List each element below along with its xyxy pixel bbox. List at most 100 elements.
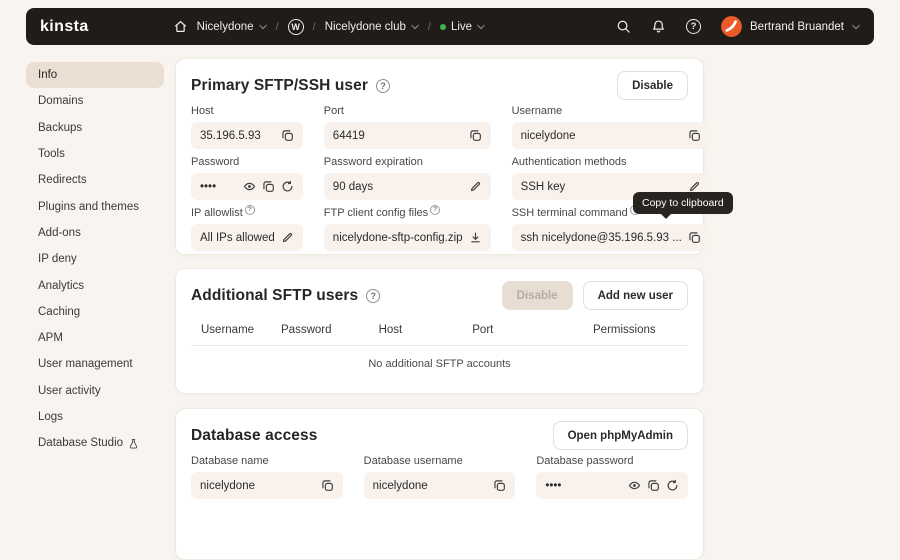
open-phpmyadmin-button[interactable]: Open phpMyAdmin [552, 421, 688, 450]
sidebar-item-ip-deny[interactable]: IP deny [26, 246, 164, 272]
beta-flask-icon [128, 438, 139, 449]
sidebar-item-backups[interactable]: Backups [26, 115, 164, 141]
chevron-down-icon [411, 24, 419, 30]
field-value-box: 35.196.5.93 [191, 122, 303, 149]
field-label-text: SSH terminal command [511, 206, 628, 219]
user-menu[interactable]: Bertrand Bruandet [721, 16, 860, 37]
field-value: ssh nicelydone@35.196.5.93 ... [520, 231, 682, 244]
field-password: Password •••• [191, 155, 303, 200]
sidebar-item-label: Backups [38, 121, 83, 134]
field-label: Port [323, 104, 344, 117]
field-port: Port 64419 [323, 104, 491, 149]
breadcrumb-separator: / [275, 20, 279, 33]
show-password-eye-icon[interactable] [628, 479, 641, 492]
header-actions: ? Bertrand Bruandet [616, 16, 860, 37]
sidebar-item-tools[interactable]: Tools [26, 141, 164, 167]
field-database-name: Database name nicelydone [191, 454, 343, 499]
field-value-box: 90 days [323, 173, 491, 200]
copy-icon[interactable] [262, 180, 275, 193]
breadcrumb-club-dropdown[interactable]: Nicelydone club [325, 21, 419, 33]
sidebar-item-plugins-and-themes[interactable]: Plugins and themes [26, 193, 164, 219]
kinsta-logo[interactable]: kinsta [40, 18, 89, 36]
sidebar-item-domains[interactable]: Domains [26, 88, 164, 114]
environment-dropdown[interactable]: Live [439, 21, 485, 33]
field-value: nicelydone [200, 479, 255, 492]
field-value-box: nicelydone [363, 472, 516, 499]
help-icon[interactable]: ? [244, 204, 255, 215]
field-label: Database password [536, 454, 634, 467]
breadcrumb-separator: / [312, 20, 316, 33]
regenerate-password-icon[interactable] [666, 479, 679, 492]
copy-icon[interactable] [688, 129, 701, 142]
sidebar-item-label: User activity [38, 384, 101, 397]
field-value: All IPs allowed [200, 231, 275, 244]
sidebar-item-database-studio[interactable]: Database Studio [26, 430, 164, 456]
field-value-box: •••• [536, 472, 688, 499]
top-navigation-bar: kinsta Nicelydone / W / Nicelydone club … [26, 8, 874, 45]
field-label: Database name [191, 454, 269, 467]
copy-icon[interactable] [321, 479, 334, 492]
empty-table-message: No additional SFTP accounts [368, 358, 511, 370]
table-divider [191, 345, 688, 346]
field-value: nicelydone [520, 129, 576, 142]
copy-icon[interactable] [281, 129, 294, 142]
notifications-bell-icon[interactable] [651, 19, 666, 34]
column-header-password: Password [281, 324, 332, 336]
sidebar-item-apm[interactable]: APM [26, 325, 164, 351]
sidebar-item-user-activity[interactable]: User activity [26, 378, 164, 404]
sidebar-item-logs[interactable]: Logs [26, 404, 164, 430]
sidebar-item-redirects[interactable]: Redirects [26, 167, 164, 193]
sidebar-item-info[interactable]: Info [26, 62, 164, 89]
search-icon[interactable] [616, 19, 631, 34]
user-name: Bertrand Bruandet [750, 20, 844, 33]
live-status-dot [439, 23, 446, 30]
field-password-expiration: Password expiration 90 days [323, 155, 491, 200]
copy-icon[interactable] [493, 479, 506, 492]
field-label: Password expiration [323, 155, 423, 168]
breadcrumb-site-dropdown[interactable]: Nicelydone [197, 21, 267, 33]
sidebar-item-add-ons[interactable]: Add-ons [26, 220, 164, 246]
show-password-eye-icon[interactable] [243, 180, 256, 193]
help-icon[interactable]: ? [686, 19, 702, 34]
field-value: •••• [545, 479, 562, 492]
field-value-box: 64419 [323, 122, 491, 149]
site-sidebar-nav: Info Domains Backups Tools Redirects Plu… [26, 62, 164, 456]
additional-sftp-users-card: Additional SFTP users ? Disable Add new … [175, 268, 704, 394]
help-icon[interactable]: ? [430, 204, 441, 215]
column-header-username: Username [201, 324, 255, 336]
sidebar-item-user-management[interactable]: User management [26, 351, 164, 377]
copy-to-clipboard-tooltip: Copy to clipboard [633, 192, 733, 219]
sidebar-item-caching[interactable]: Caching [26, 299, 164, 325]
field-value: 90 days [332, 180, 374, 193]
field-value-box: ssh nicelydone@35.196.5.93 ... [511, 224, 710, 251]
copy-icon[interactable] [469, 129, 482, 142]
field-host: Host 35.196.5.93 [191, 104, 303, 149]
download-icon[interactable] [469, 231, 482, 244]
database-access-card: Database access Open phpMyAdmin Database… [175, 408, 704, 560]
edit-icon[interactable] [281, 231, 294, 244]
chevron-down-icon [852, 24, 860, 30]
copy-icon[interactable] [647, 479, 660, 492]
column-header-host: Host [378, 324, 403, 336]
sidebar-item-label: APM [38, 332, 63, 345]
field-label-text: IP allowlist [191, 206, 243, 219]
disable-primary-user-button[interactable]: Disable [617, 71, 688, 100]
home-icon[interactable] [173, 19, 188, 34]
copy-icon[interactable] [688, 231, 701, 244]
help-icon[interactable]: ? [366, 288, 381, 303]
disable-additional-users-button: Disable [501, 281, 573, 310]
field-label: FTP client config files ? [323, 204, 491, 219]
field-value-box: nicelydone [191, 472, 343, 499]
field-label-text: FTP client config files [323, 206, 429, 219]
field-label: Password [191, 155, 240, 168]
field-database-username: Database username nicelydone [363, 454, 516, 499]
edit-icon[interactable] [469, 180, 482, 193]
help-icon[interactable]: ? [375, 78, 390, 93]
regenerate-password-icon[interactable] [281, 180, 294, 193]
field-value: •••• [200, 180, 217, 193]
field-ftp-config-files: FTP client config files ? nicelydone-sft… [323, 204, 491, 251]
card-title: Primary SFTP/SSH user [191, 76, 368, 94]
add-new-user-button[interactable]: Add new user [582, 281, 688, 310]
sidebar-item-analytics[interactable]: Analytics [26, 272, 164, 298]
sidebar-item-label: Info [38, 69, 58, 82]
